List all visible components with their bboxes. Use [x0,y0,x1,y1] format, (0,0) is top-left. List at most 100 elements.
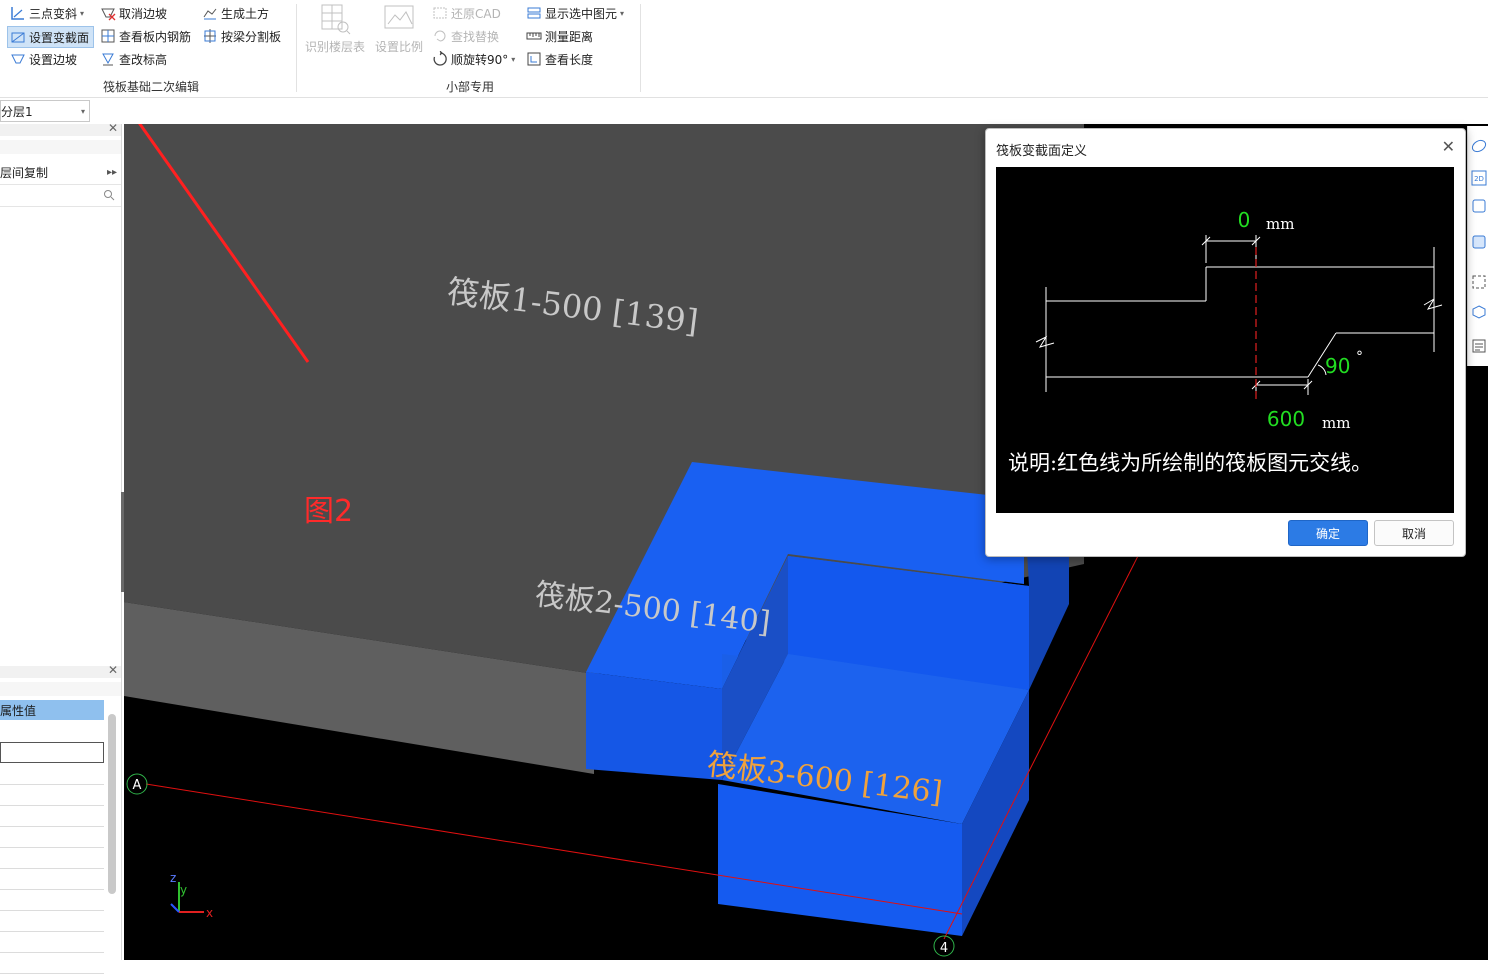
generate-earthwork-label: 生成土方 [221,6,270,21]
floor-select[interactable]: 分层1 ▾ [0,100,90,122]
section-diagram: 0 mm 90 ° 600 mm 说明:红色线为所绘制的筏板图元交线。 [996,167,1454,513]
bottom-width-value: 600 [1267,407,1305,431]
section-definition-dialog: 筏板变截面定义 ✕ 0 mm 90 ° 600 mm 说明:红色线为所绘制的筏板… [985,128,1466,557]
view-2d-icon[interactable]: 2D [1471,170,1487,186]
close-icon[interactable]: ✕ [1442,137,1455,156]
table-row[interactable] [0,827,104,848]
split-by-beam-button[interactable]: 按梁分割板 [202,26,281,46]
coordinate-axes-icon: z y x [170,871,213,920]
rotate-cw-90-label: 顺旋转90° [451,52,509,67]
diagram-description: 说明:红色线为所绘制的筏板图元交线。 [1008,451,1372,475]
restore-cad-button[interactable]: 还原CAD [432,3,501,23]
change-elevation-label: 查改标高 [119,52,168,67]
table-row[interactable] [0,932,104,953]
set-section-button[interactable]: 设置变截面 [7,26,95,48]
length-icon [526,51,542,67]
orbit-icon[interactable] [1471,138,1487,154]
cancel-slope-edge-button[interactable]: 取消边坡 [100,3,167,23]
top-offset-unit: mm [1266,215,1294,233]
table-row-selected[interactable] [0,742,104,763]
table-row[interactable] [0,806,104,827]
annotation-note: 图2 [304,494,354,529]
axis-badge-a: A [126,773,148,795]
set-slope-edge-button[interactable]: 设置边坡 [10,49,77,69]
panel-titlebar: ✕ [0,121,121,136]
axis-4-label: 4 [940,941,948,956]
split-by-beam-label: 按梁分割板 [221,29,282,44]
slab-2-front-face[interactable] [586,672,722,780]
find-replace-icon [432,28,448,44]
find-replace-button[interactable]: 查找替换 [432,26,499,46]
scrollbar[interactable] [108,714,116,894]
rotate-cw-90-button[interactable]: 顺旋转90° ▾ [432,49,515,69]
earthwork-icon [202,5,218,21]
search-input[interactable] [0,186,121,207]
set-scale-label: 设置比例 [374,40,423,54]
chevron-down-icon: ▾ [620,8,625,18]
set-scale-button[interactable]: 设置比例 [368,2,430,58]
close-icon[interactable]: ✕ [108,121,118,135]
view-length-button[interactable]: 查看长度 [526,49,593,69]
top-offset-value: 0 [1238,208,1251,232]
cube-icon[interactable] [1471,304,1487,320]
rotate-cw-icon [432,51,448,67]
change-elevation-button[interactable]: 查改标高 [100,49,167,69]
elevation-icon [100,51,116,67]
table-row[interactable] [0,764,104,785]
list-icon[interactable] [1471,338,1487,354]
ribbon-toolbar: 三点变斜 ▾ 设置变截面 设置边坡 取消边坡 查看板内钢筋 查改标高 生成土方 … [0,0,1488,98]
table-row[interactable] [0,890,104,911]
chevron-down-icon: ▾ [80,8,85,18]
table-row[interactable] [0,722,104,743]
identify-floor-table-button[interactable]: 识别楼层表 [304,2,366,58]
box-filled-icon[interactable] [1471,234,1487,250]
view-tool-strip: 2D [1467,126,1488,366]
axis-z-label: z [170,871,176,885]
table-row[interactable] [0,911,104,932]
group-label-special: 小部专用 [446,80,495,94]
generate-earthwork-button[interactable]: 生成土方 [202,3,269,23]
section-icon [10,29,26,45]
more-icon[interactable]: ▸▸ [107,167,117,178]
box-view-icon[interactable] [1471,198,1487,214]
group-separator [640,4,641,92]
group-label-raft-edit: 筏板基础二次编辑 [103,80,200,94]
three-point-slope-button[interactable]: 三点变斜 ▾ [10,3,84,23]
angle-unit: ° [1356,349,1363,365]
show-selected-button[interactable]: 显示选中图元 ▾ [526,3,624,23]
table-row[interactable] [0,785,104,806]
select-region-icon[interactable] [1471,274,1487,290]
svg-text:2D: 2D [1474,175,1484,183]
find-replace-label: 查找替换 [451,29,500,44]
table-row[interactable] [0,953,104,974]
three-point-slope-label: 三点变斜 [29,6,78,21]
axis-x-label: x [206,906,213,920]
measure-distance-label: 测量距离 [545,29,594,44]
split-icon [202,28,218,44]
property-panel-titlebar: ✕ [0,663,121,678]
cancel-button[interactable]: 取消 [1374,520,1454,546]
group-separator [296,4,297,92]
close-icon[interactable]: ✕ [108,663,118,677]
chevron-down-icon: ▾ [511,54,516,64]
restore-cad-icon [432,5,448,21]
table-row[interactable] [0,869,104,890]
cancel-slope-edge-label: 取消边坡 [119,6,168,21]
tab-floor-copy[interactable]: 层间复制 ▸▸ [0,160,121,185]
section-outline [1035,235,1443,395]
slope-icon [10,5,26,21]
view-length-label: 查看长度 [545,52,594,67]
table-row[interactable] [0,848,104,869]
search-icon[interactable] [103,189,115,204]
identify-floor-table-label: 识别楼层表 [304,40,365,54]
floor-bar: 分层1 ▾ [0,98,1488,124]
floor-table-icon [318,2,352,36]
floor-select-value: 分层1 [1,104,33,119]
ok-button[interactable]: 确定 [1288,520,1368,546]
axis-a-label: A [133,778,142,793]
measure-distance-button[interactable]: 测量距离 [526,26,593,46]
view-inner-rebar-button[interactable]: 查看板内钢筋 [100,26,191,46]
slope-edge-icon [10,51,26,67]
angle-value: 90 [1325,354,1350,378]
chevron-down-icon: ▾ [80,106,85,116]
